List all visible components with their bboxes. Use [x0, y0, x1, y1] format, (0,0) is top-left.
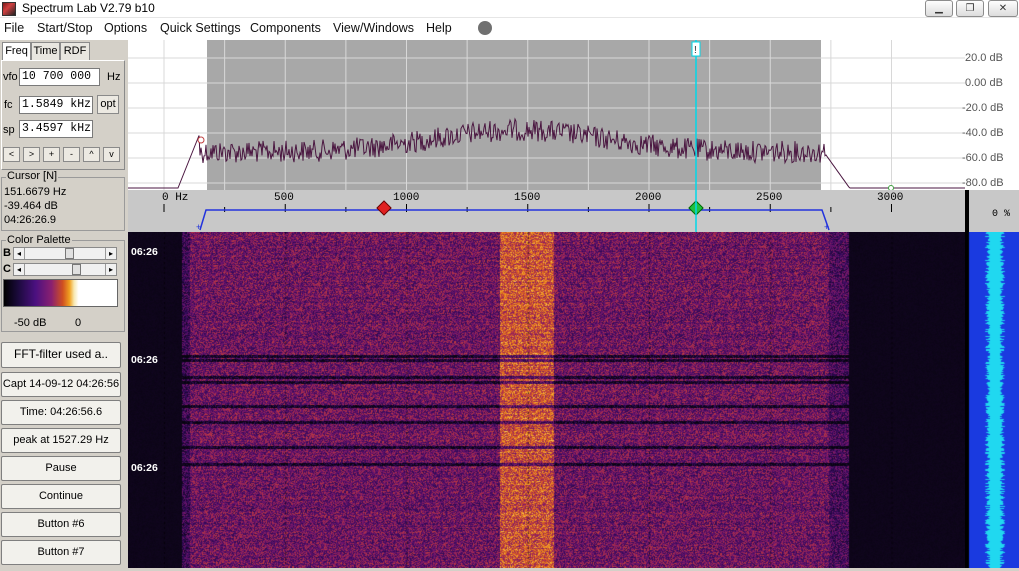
peak-button[interactable]: peak at 1527.29 Hz [1, 428, 121, 453]
shift-up-button[interactable]: ^ [83, 147, 100, 162]
cursor-title: Cursor [N] [6, 170, 59, 182]
menu-components[interactable]: Components [250, 21, 321, 35]
axis-divider [965, 190, 969, 232]
tab-freq[interactable]: Freq [2, 42, 31, 61]
passband-shade [207, 40, 821, 190]
spectrum-svg: ! [128, 40, 965, 191]
shift-down-button[interactable]: v [103, 147, 120, 162]
continue-button[interactable]: Continue [1, 484, 121, 509]
palette-min-label: -50 dB [14, 317, 47, 329]
menu-file[interactable]: File [4, 21, 24, 35]
freq-tick-label: 0 Hz [162, 192, 189, 204]
palette-max-label: 0 [75, 317, 82, 329]
spectrum-graph[interactable]: ! [128, 40, 965, 191]
menu-help[interactable]: Help [426, 21, 452, 35]
title-bar: Spectrum Lab V2.79 b10 ▁ ❐ ✕ [0, 0, 1019, 18]
waterfall-time-label: 06:26 [131, 246, 158, 258]
button-6[interactable]: Button #6 [1, 512, 121, 537]
level-indicator [965, 232, 1019, 568]
db-label: -80.0 dB [962, 177, 1004, 189]
freq-tick-label: 1000 [393, 192, 420, 204]
db-label: -20.0 dB [962, 102, 1004, 114]
cursor-time: 04:26:26.9 [4, 214, 56, 226]
scroll-right-button[interactable]: > [23, 147, 40, 162]
maximize-button[interactable]: ❐ [956, 0, 984, 17]
waterfall-canvas [128, 232, 965, 568]
sp-input[interactable]: 3.4597 kHz [19, 120, 93, 138]
close-button[interactable]: ✕ [988, 0, 1018, 17]
db-scale: 20.0 dB 0.00 dB -20.0 dB -40.0 dB -60.0 … [962, 40, 1019, 190]
cursor-level: -39.464 dB [4, 200, 58, 212]
brightness-thumb[interactable] [65, 248, 74, 259]
percent-scale: 0 % [965, 190, 1019, 232]
db-label: -40.0 dB [962, 127, 1004, 139]
waterfall-time-label: 06:26 [131, 354, 158, 366]
zoom-out-button[interactable]: - [63, 147, 80, 162]
contrast-slider[interactable]: ◂ ▸ [13, 263, 117, 276]
record-indicator-icon[interactable] [478, 21, 492, 35]
frequency-axis-svg: + + [163, 190, 892, 232]
freq-tick-label: 3000 [877, 192, 904, 204]
percent-label: 0 % [992, 209, 1011, 220]
vfo-input[interactable]: 10 700 000 [19, 68, 100, 86]
menu-quick-settings[interactable]: Quick Settings [160, 21, 241, 35]
freq-tick-label: 500 [274, 192, 294, 204]
brightness-slider[interactable]: ◂ ▸ [13, 247, 117, 260]
tab-time[interactable]: Time [31, 42, 60, 60]
color-palette-title: Color Palette [6, 234, 72, 246]
db-label: 20.0 dB [965, 52, 1003, 64]
cursor-marker-icon [197, 136, 205, 144]
brightness-left-arrow-icon[interactable]: ◂ [14, 248, 25, 259]
pause-button[interactable]: Pause [1, 456, 121, 481]
fc-input[interactable]: 1.5849 kHz [19, 96, 93, 114]
button-7[interactable]: Button #7 [1, 540, 121, 565]
contrast-left-arrow-icon[interactable]: ◂ [14, 264, 25, 275]
passband-bracket [199, 209, 830, 231]
db-label: 0.00 dB [965, 77, 1003, 89]
tab-rdf[interactable]: RDF [60, 42, 90, 60]
freq-tick-label: 1500 [514, 192, 541, 204]
passband-right-tick: + [824, 222, 829, 232]
scroll-left-button[interactable]: < [3, 147, 20, 162]
waterfall-time-label: 06:26 [131, 462, 158, 474]
contrast-right-arrow-icon[interactable]: ▸ [105, 264, 116, 275]
cursor-frequency: 151.6679 Hz [4, 186, 67, 198]
menu-bar: File Start/Stop Options Quick Settings C… [0, 18, 1019, 40]
frequency-axis[interactable]: + + 0 Hz 500 1000 1500 2000 2500 3000 [128, 190, 965, 232]
zoom-in-button[interactable]: + [43, 147, 60, 162]
time-button[interactable]: Time: 04:26:56.6 [1, 400, 121, 425]
vfo-label: vfo [3, 71, 18, 83]
color-palette-gradient[interactable] [3, 279, 118, 307]
cursor-flag-label: ! [694, 45, 697, 56]
fft-filter-button[interactable]: FFT-filter used a.. [1, 342, 121, 368]
db-label: -60.0 dB [962, 152, 1004, 164]
opt-button[interactable]: opt [97, 95, 119, 114]
capture-button[interactable]: Capt 14-09-12 04:26:56 [1, 372, 121, 397]
menu-view-windows[interactable]: View/Windows [333, 21, 414, 35]
minimize-button[interactable]: ▁ [925, 0, 953, 17]
passband-left-tick: + [196, 222, 201, 232]
contrast-label: C [3, 263, 11, 275]
sp-label: sp [3, 124, 15, 136]
brightness-right-arrow-icon[interactable]: ▸ [105, 248, 116, 259]
level-indicator-panel [965, 232, 1019, 568]
marker-red-diamond-icon [376, 200, 392, 216]
freq-tick-label: 2000 [635, 192, 662, 204]
app-icon[interactable] [2, 2, 16, 16]
freq-tick-label: 2500 [756, 192, 783, 204]
waterfall-display[interactable]: 06:26 06:26 06:26 [128, 232, 965, 568]
fc-label: fc [4, 99, 13, 111]
vfo-unit: Hz [107, 71, 121, 83]
contrast-thumb[interactable] [72, 264, 81, 275]
window-title: Spectrum Lab V2.79 b10 [22, 1, 155, 15]
menu-options[interactable]: Options [104, 21, 147, 35]
menu-start-stop[interactable]: Start/Stop [37, 21, 93, 35]
brightness-label: B [3, 247, 11, 259]
